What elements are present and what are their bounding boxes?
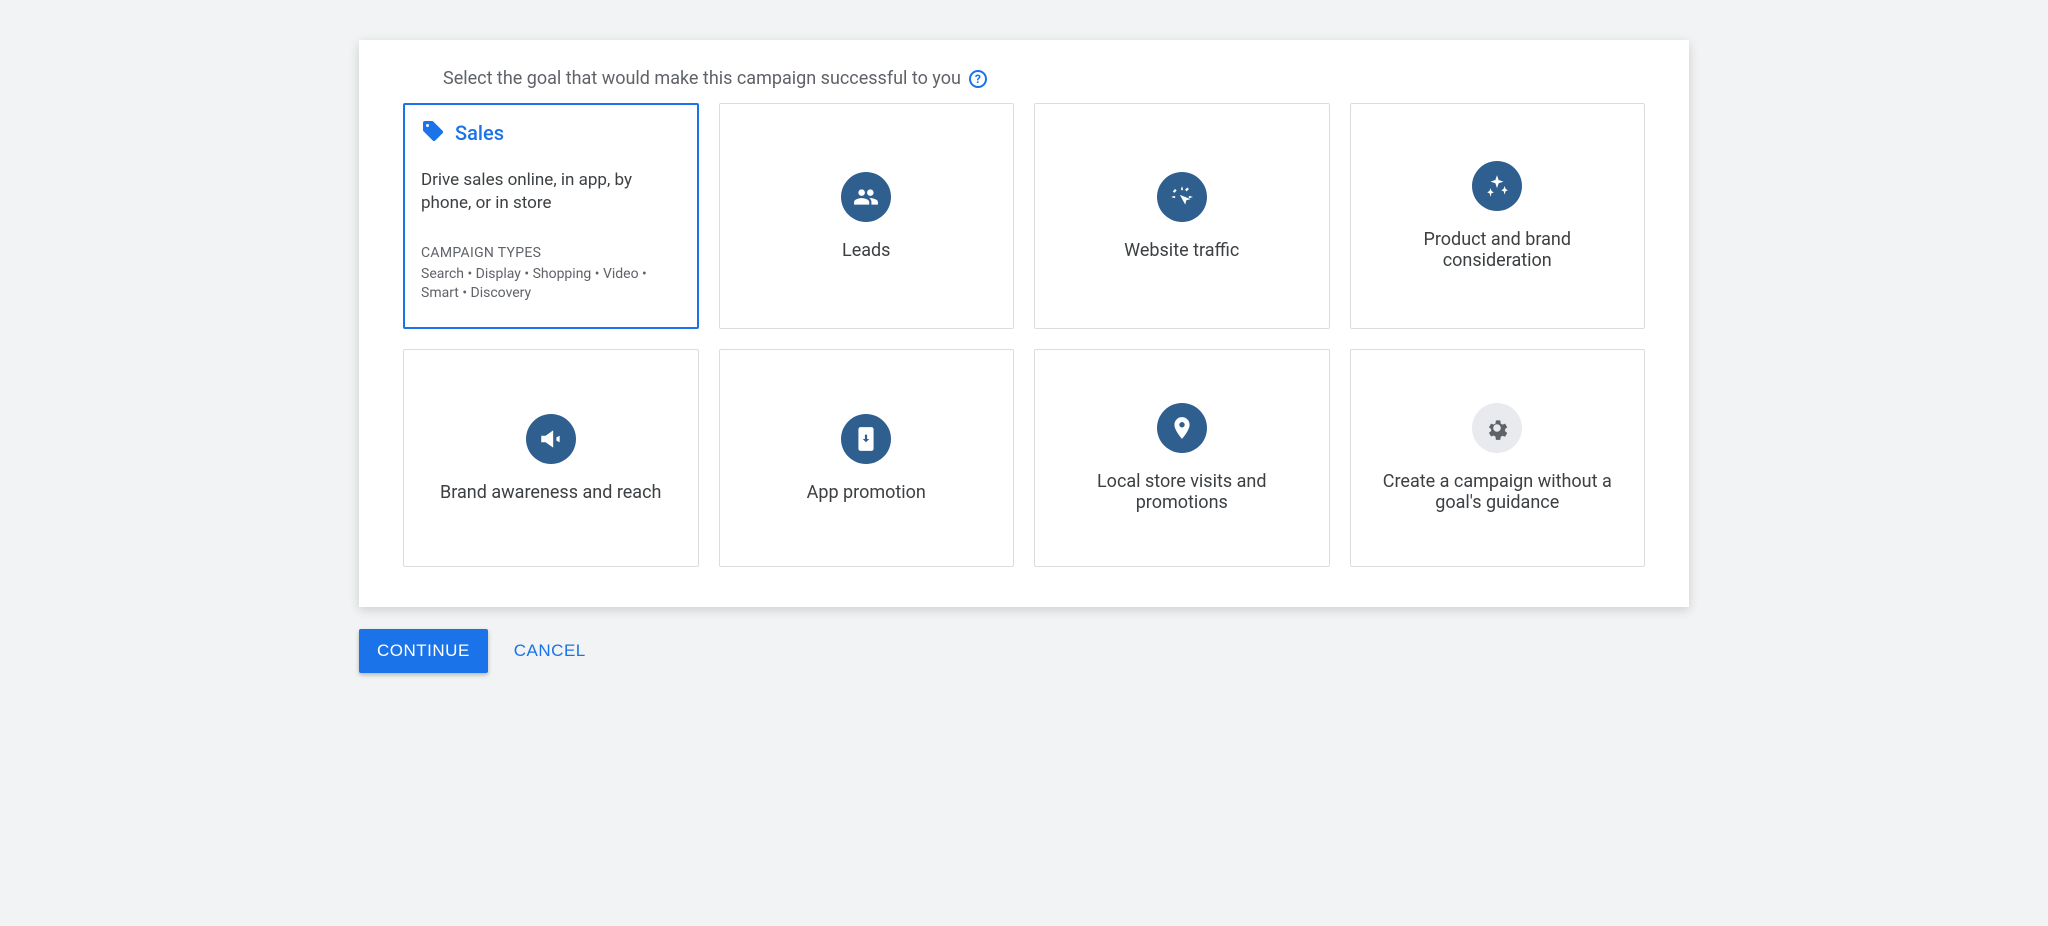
goal-card-local-store[interactable]: Local store visits and promotions: [1034, 349, 1330, 567]
cursor-click-icon: [1157, 172, 1207, 222]
goal-card-sales-header: Sales: [421, 119, 504, 147]
goal-card-app-promotion-label: App promotion: [807, 482, 926, 503]
goal-card-leads[interactable]: Leads: [719, 103, 1015, 329]
gear-icon: [1472, 403, 1522, 453]
action-row: CONTINUE CANCEL: [359, 629, 1689, 673]
prompt-row: Select the goal that would make this cam…: [443, 68, 1645, 89]
goal-selection-panel: Select the goal that would make this cam…: [359, 40, 1689, 607]
goal-card-sales[interactable]: Sales Drive sales online, in app, by pho…: [403, 103, 699, 329]
cancel-button[interactable]: CANCEL: [514, 641, 586, 661]
goal-card-brand-awareness-label: Brand awareness and reach: [440, 482, 661, 503]
goal-card-no-goal[interactable]: Create a campaign without a goal's guida…: [1350, 349, 1646, 567]
help-icon[interactable]: ?: [969, 70, 987, 88]
goal-card-sales-types: Search • Display • Shopping • Video • Sm…: [421, 265, 681, 303]
goal-card-website-traffic-label: Website traffic: [1124, 240, 1239, 261]
pin-icon: [1157, 403, 1207, 453]
goal-card-leads-label: Leads: [842, 240, 890, 261]
goal-grid: Sales Drive sales online, in app, by pho…: [403, 103, 1645, 567]
goal-card-website-traffic[interactable]: Website traffic: [1034, 103, 1330, 329]
tag-icon: [421, 119, 445, 147]
people-icon: [841, 172, 891, 222]
goal-card-brand-awareness[interactable]: Brand awareness and reach: [403, 349, 699, 567]
goal-card-app-promotion[interactable]: App promotion: [719, 349, 1015, 567]
phone-download-icon: [841, 414, 891, 464]
prompt-text: Select the goal that would make this cam…: [443, 68, 961, 89]
megaphone-icon: [526, 414, 576, 464]
goal-card-sales-description: Drive sales online, in app, by phone, or…: [421, 169, 681, 215]
goal-card-local-store-label: Local store visits and promotions: [1057, 471, 1307, 513]
goal-card-sales-subheading: CAMPAIGN TYPES: [421, 245, 541, 261]
goal-card-no-goal-label: Create a campaign without a goal's guida…: [1373, 471, 1623, 513]
goal-card-product-brand-label: Product and brand consideration: [1373, 229, 1623, 271]
goal-card-sales-title: Sales: [455, 121, 504, 145]
goal-card-product-brand[interactable]: Product and brand consideration: [1350, 103, 1646, 329]
continue-button[interactable]: CONTINUE: [359, 629, 488, 673]
sparkle-icon: [1472, 161, 1522, 211]
